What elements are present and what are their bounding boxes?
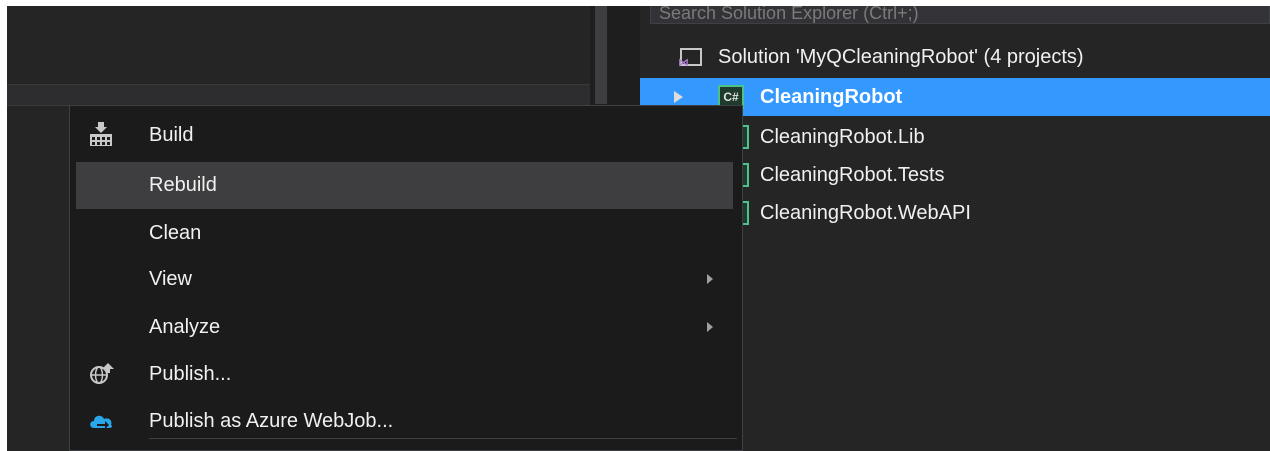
- submenu-arrow-icon: [707, 322, 713, 332]
- menu-item-view[interactable]: View: [76, 256, 733, 303]
- menu-separator: [149, 438, 737, 439]
- menu-item-label: Analyze: [149, 316, 221, 338]
- project-label: CleaningRobot.Lib: [760, 125, 925, 148]
- ide-window: Search Solution Explorer (Ctrl+;) ⋈ Solu…: [7, 6, 1270, 451]
- build-icon: [90, 122, 112, 146]
- csharp-project-icon: [743, 201, 749, 225]
- csharp-project-icon: [743, 163, 749, 187]
- menu-item-label: Publish as Azure WebJob...: [149, 410, 394, 432]
- menu-item-publish[interactable]: Publish...: [76, 351, 733, 398]
- menu-item-label: Clean: [149, 222, 202, 244]
- menu-item-label: Publish...: [149, 363, 232, 385]
- project-label: CleaningRobot.WebAPI: [760, 201, 971, 224]
- editor-tab-strip: [7, 84, 590, 106]
- menu-item-label: Rebuild: [149, 174, 217, 196]
- editor-area: [7, 6, 590, 84]
- azure-cloud-icon: [90, 415, 113, 429]
- menu-item-build[interactable]: Build: [76, 112, 733, 159]
- menu-item-analyze[interactable]: Analyze: [76, 304, 733, 351]
- menu-item-clean[interactable]: Clean: [76, 210, 733, 257]
- context-menu: Build Rebuild Clean View Analyze Publish…: [69, 105, 743, 451]
- csharp-project-icon: [743, 125, 749, 149]
- solution-explorer-search-input[interactable]: Search Solution Explorer (Ctrl+;): [650, 6, 1270, 24]
- menu-item-label: Build: [149, 124, 194, 146]
- project-label: CleaningRobot: [760, 85, 903, 108]
- solution-icon: ⋈: [678, 48, 702, 69]
- submenu-arrow-icon: [707, 274, 713, 284]
- menu-item-label: View: [149, 268, 192, 290]
- solution-label: Solution 'MyQCleaningRobot' (4 projects): [718, 45, 1084, 68]
- vertical-scrollbar[interactable]: [595, 6, 607, 104]
- publish-globe-icon: [90, 363, 114, 384]
- project-label: CleaningRobot.Tests: [760, 163, 945, 186]
- menu-item-rebuild[interactable]: Rebuild: [76, 162, 733, 209]
- tree-item-solution[interactable]: ⋈ Solution 'MyQCleaningRobot' (4 project…: [640, 38, 1270, 76]
- expand-arrow-icon[interactable]: [674, 91, 683, 103]
